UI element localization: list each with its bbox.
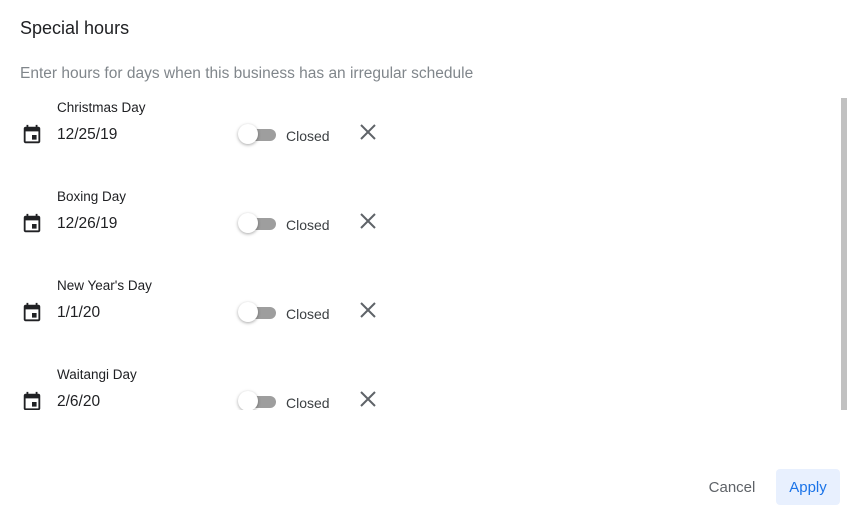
status-label: Closed bbox=[286, 395, 330, 410]
day-name-label: Christmas Day bbox=[57, 100, 146, 115]
special-day-row: Boxing Day 12/26/19 Closed bbox=[0, 187, 820, 276]
open-closed-toggle[interactable] bbox=[238, 124, 278, 146]
close-icon[interactable] bbox=[358, 300, 378, 320]
special-day-row: New Year's Day 1/1/20 Closed bbox=[0, 276, 820, 365]
calendar-icon[interactable] bbox=[21, 124, 43, 146]
special-day-row: Waitangi Day 2/6/20 Closed bbox=[0, 365, 820, 410]
toggle-knob bbox=[238, 124, 258, 144]
day-name-label: New Year's Day bbox=[57, 278, 152, 293]
calendar-icon[interactable] bbox=[21, 302, 43, 324]
close-icon[interactable] bbox=[358, 389, 378, 409]
day-name-label: Boxing Day bbox=[57, 189, 127, 204]
dialog-subtitle: Enter hours for days when this business … bbox=[20, 65, 474, 82]
close-icon[interactable] bbox=[358, 211, 378, 231]
open-closed-toggle[interactable] bbox=[238, 391, 278, 410]
apply-button[interactable]: Apply bbox=[776, 469, 840, 505]
special-hours-dialog: Special hours Enter hours for days when … bbox=[0, 0, 847, 514]
date-field[interactable]: 1/1/20 bbox=[57, 304, 100, 322]
calendar-icon[interactable] bbox=[21, 213, 43, 235]
toggle-knob bbox=[238, 391, 258, 410]
date-field[interactable]: 12/25/19 bbox=[57, 126, 117, 144]
open-closed-toggle[interactable] bbox=[238, 213, 278, 235]
status-label: Closed bbox=[286, 217, 330, 233]
status-label: Closed bbox=[286, 128, 330, 144]
toggle-knob bbox=[238, 213, 258, 233]
scrollbar-thumb[interactable] bbox=[841, 98, 847, 410]
special-days-list: Christmas Day 12/25/19 Closed Boxing Day… bbox=[0, 98, 840, 410]
calendar-icon[interactable] bbox=[21, 391, 43, 410]
dialog-title: Special hours bbox=[20, 18, 130, 38]
date-field[interactable]: 12/26/19 bbox=[57, 215, 117, 233]
date-field[interactable]: 2/6/20 bbox=[57, 393, 100, 410]
status-label: Closed bbox=[286, 306, 330, 322]
toggle-knob bbox=[238, 302, 258, 322]
close-icon[interactable] bbox=[358, 122, 378, 142]
cancel-button[interactable]: Cancel bbox=[700, 469, 764, 505]
special-day-row: Christmas Day 12/25/19 Closed bbox=[0, 98, 820, 187]
open-closed-toggle[interactable] bbox=[238, 302, 278, 324]
day-name-label: Waitangi Day bbox=[57, 367, 137, 382]
